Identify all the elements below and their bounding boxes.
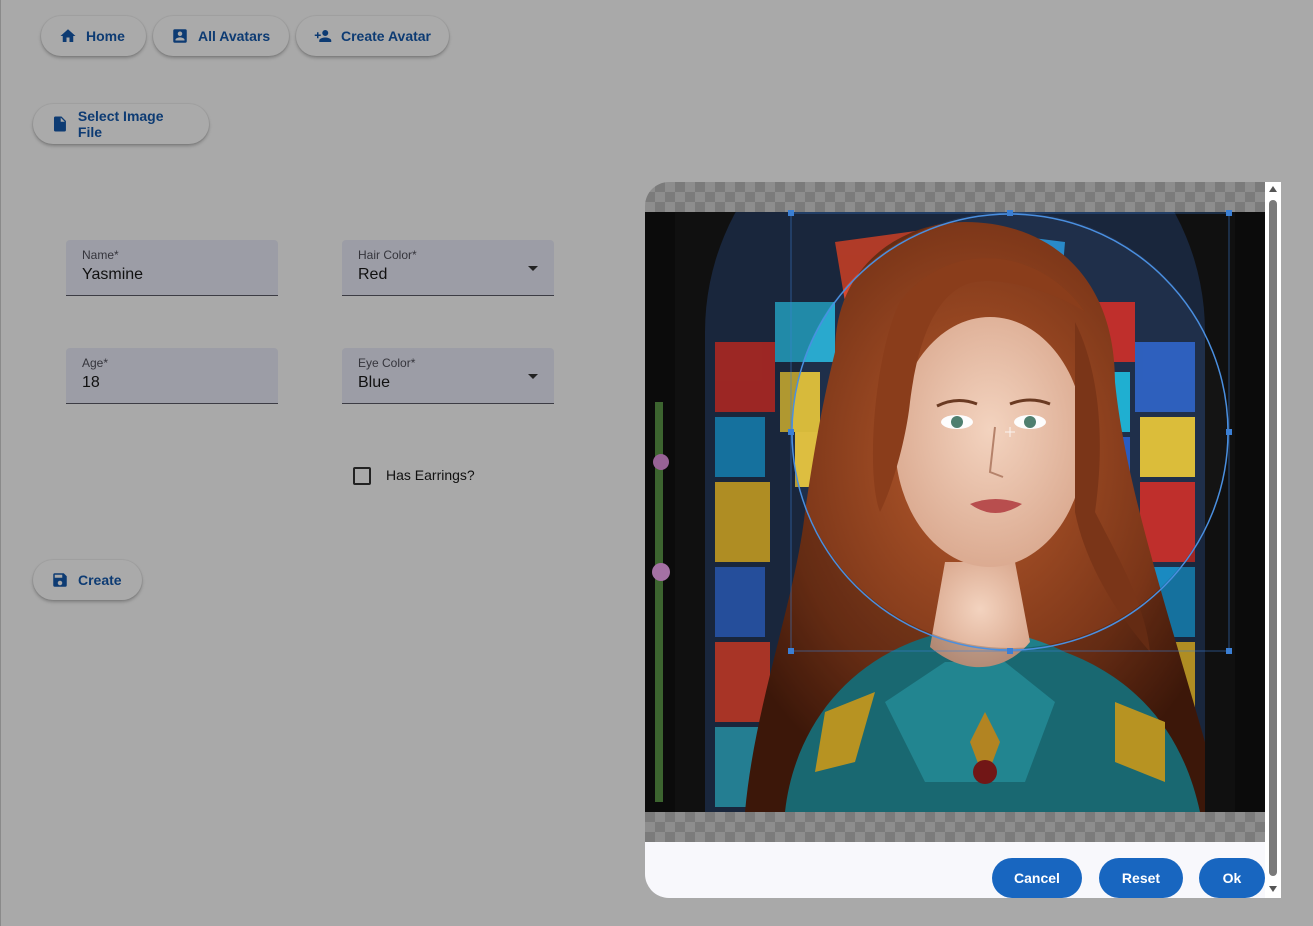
hair-color-label: Hair Color* [358, 248, 417, 262]
has-earrings-checkbox[interactable] [353, 467, 371, 485]
dropdown-caret-icon [528, 374, 538, 379]
select-image-file-label: Select Image File [77, 108, 164, 140]
hair-color-value: Red [358, 266, 388, 283]
dropdown-caret-icon [528, 266, 538, 271]
cancel-button[interactable]: Cancel [992, 858, 1082, 898]
create-avatar-button[interactable]: Create Avatar [296, 16, 449, 56]
select-image-file-button[interactable]: Select Image File [33, 104, 209, 144]
contact-card-icon [173, 29, 187, 43]
hair-color-select[interactable]: Hair Color* Red [342, 240, 554, 296]
name-label: Name* [82, 248, 119, 262]
image-cropper-dialog: Cancel Reset Ok [645, 182, 1281, 898]
has-earrings-label: Has Earrings? [386, 467, 475, 483]
home-label: Home [86, 28, 125, 44]
home-icon [60, 29, 76, 42]
age-label: Age* [82, 356, 109, 370]
eye-color-value: Blue [358, 374, 391, 391]
name-field[interactable]: Name* Yasmine [66, 240, 278, 296]
age-value: 18 [82, 374, 100, 391]
create-avatar-label: Create Avatar [341, 28, 432, 44]
name-value: Yasmine [82, 266, 144, 283]
reset-button[interactable]: Reset [1099, 858, 1183, 898]
age-field[interactable]: Age* 18 [66, 348, 278, 404]
dialog-scrollbar[interactable] [1265, 182, 1281, 898]
all-avatars-button[interactable]: All Avatars [153, 16, 289, 56]
create-label: Create [78, 572, 122, 588]
scroll-up-arrow-icon[interactable] [1269, 186, 1277, 192]
all-avatars-label: All Avatars [198, 28, 271, 44]
file-icon [53, 116, 66, 132]
person-add-icon [314, 30, 332, 42]
cropper-image-svg [645, 210, 1265, 812]
cropper-canvas[interactable] [645, 182, 1265, 842]
eye-color-select[interactable]: Eye Color* Blue [342, 348, 554, 404]
scroll-down-arrow-icon[interactable] [1269, 886, 1277, 892]
avatar-photo [645, 212, 1265, 812]
scroll-thumb[interactable] [1269, 200, 1277, 876]
save-icon [53, 573, 67, 587]
home-button[interactable]: Home [41, 16, 146, 56]
ok-button[interactable]: Ok [1199, 858, 1265, 898]
eye-color-label: Eye Color* [358, 356, 416, 370]
create-button[interactable]: Create [33, 560, 142, 600]
